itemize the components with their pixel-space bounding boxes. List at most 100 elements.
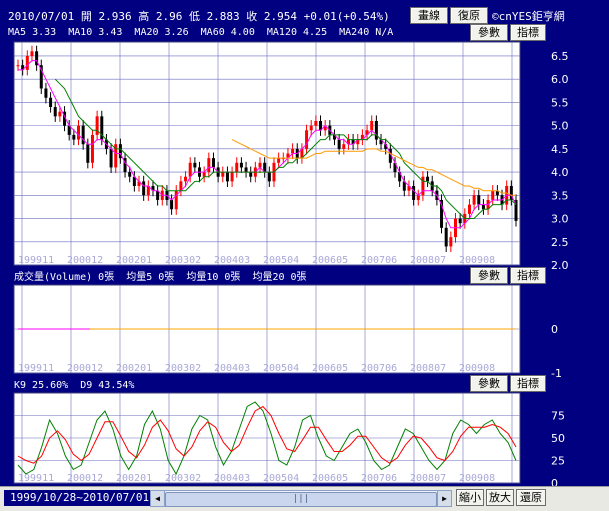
price-candle-body: [239, 162, 243, 168]
price-candle-body: [95, 116, 99, 135]
stock-chart-frame: 199911 200012 200201 200302 200403 200504 2006…: [0, 0, 609, 511]
panel-2-x-tick-label: 200908: [459, 473, 495, 484]
price-candle-body: [174, 190, 178, 210]
price-candle-body: [86, 144, 90, 163]
panel-1-x-tick-label: 200012: [67, 363, 103, 374]
horizontal-scrollbar[interactable]: ◀ ||| ▶: [150, 490, 452, 507]
price-candle-body: [202, 172, 206, 177]
draw-line-button[interactable]: 畫線: [410, 7, 448, 24]
panel-0-x-tick-label: 200807: [410, 255, 446, 266]
price-candle-body: [221, 172, 225, 177]
panel-1-x-tick-label: 199911: [18, 363, 54, 374]
price-candle-body: [188, 162, 192, 177]
price-candle-body: [412, 186, 416, 200]
status-bar: 1999/10/28~2010/07/01 ◀ ||| ▶ 縮小 放大 還原: [0, 486, 609, 511]
panel-0-x-tick-label: 200403: [214, 255, 250, 266]
panel-2-x-tick-label: 200403: [214, 473, 250, 484]
price-candle-body: [342, 144, 346, 149]
panel-2-x-tick-label: 200605: [312, 473, 348, 484]
price-candle-body: [426, 176, 430, 182]
scroll-right-arrow[interactable]: ▶: [437, 491, 451, 506]
panel-2-x-tick-label: 200706: [361, 473, 397, 484]
brand-text: ©cnYES鉅亨網: [492, 10, 565, 23]
panel-0-y-tick-label: 5.0: [551, 120, 569, 133]
volume-params-button[interactable]: 參數: [470, 267, 508, 284]
panel-0-y-tick-label: 6.5: [551, 50, 569, 63]
price-candle-body: [211, 158, 215, 168]
price-candle-body: [291, 148, 295, 154]
price-candle-body: [267, 172, 271, 182]
price-candle-body: [444, 227, 448, 247]
price-indicators-button[interactable]: 指標: [510, 24, 546, 41]
price-candle-body: [337, 139, 341, 149]
price-candle-body: [170, 199, 174, 210]
price-candle-body: [230, 172, 234, 182]
panel-0-x-tick-label: 200605: [312, 255, 348, 266]
price-candle-body: [184, 176, 188, 182]
scrollbar-thumb[interactable]: |||: [165, 492, 437, 507]
zoom-out-button[interactable]: 縮小: [456, 489, 484, 506]
panel-0-x-tick-label: 199911: [18, 255, 54, 266]
scroll-left-arrow[interactable]: ◀: [151, 491, 165, 506]
price-candle-body: [49, 97, 53, 108]
price-candle-body: [244, 167, 248, 173]
panel-0-y-tick-label: 2.5: [551, 236, 569, 249]
panel-1-y-tick-label: 0: [551, 323, 558, 336]
price-candle-body: [421, 176, 425, 196]
price-candle-body: [458, 218, 462, 224]
panel-1-y-tick-label: -1: [551, 367, 562, 380]
panel-1-x-tick-label: 200605: [312, 363, 348, 374]
panel-0-x-tick-label: 200504: [263, 255, 299, 266]
price-candle-body: [25, 55, 29, 70]
price-candle-body: [449, 237, 453, 247]
panel-0-y-tick-label: 3.0: [551, 213, 569, 226]
panel-1-x-tick-label: 200908: [459, 363, 495, 374]
price-candle-body: [305, 130, 309, 149]
panel-0-y-tick-label: 3.5: [551, 189, 569, 202]
price-candle-body: [142, 181, 146, 196]
price-candle-body: [44, 88, 48, 98]
panel-1-x-tick-label: 200201: [116, 363, 152, 374]
panel-0-x-tick-label: 200908: [459, 255, 495, 266]
kd-params-button[interactable]: 參數: [470, 375, 508, 392]
price-candle-body: [472, 195, 476, 205]
panel-1-x-tick-label: 200504: [263, 363, 299, 374]
volume-indicators-button[interactable]: 指標: [510, 267, 546, 284]
price-candle-body: [235, 162, 239, 173]
panel-0-y-tick-label: 2.0: [551, 259, 569, 272]
panel-0-y-tick-label: 5.5: [551, 96, 569, 109]
panel-2-y-tick-label: 50: [551, 432, 565, 445]
panel-2-x-tick-label: 200302: [165, 473, 201, 484]
price-candle-body: [109, 148, 113, 168]
kd-label: K9 25.60% D9 43.54%: [14, 380, 135, 391]
price-params-button[interactable]: 參數: [470, 24, 508, 41]
price-candle-body: [53, 107, 57, 117]
price-candle-body: [30, 51, 34, 56]
panel-2-x-tick-label: 200504: [263, 473, 299, 484]
price-candle-body: [481, 204, 485, 210]
price-candle-body: [81, 125, 85, 145]
price-candle-body: [77, 125, 81, 140]
panel-0-x-tick-label: 200201: [116, 255, 152, 266]
panel-0-y-tick-label: 4.5: [551, 143, 569, 156]
price-candle-body: [207, 158, 211, 173]
panel-0-y-tick-label: 4.0: [551, 166, 569, 179]
price-candle-body: [491, 190, 495, 200]
panel-0-x-tick-label: 200012: [67, 255, 103, 266]
restore-button[interactable]: 還原: [516, 489, 546, 506]
price-candle-body: [193, 162, 197, 168]
panel-1-x-tick-label: 200302: [165, 363, 201, 374]
panel-0-y-tick-label: 6.0: [551, 73, 569, 86]
price-candle-body: [225, 172, 229, 182]
price-candle-body: [416, 195, 420, 200]
date-range: 1999/10/28~2010/07/01: [4, 490, 156, 506]
price-candle-body: [58, 111, 62, 117]
reset-button[interactable]: 復原: [450, 7, 488, 24]
price-candle-body: [314, 120, 318, 126]
panel-2-x-tick-label: 199911: [18, 473, 54, 484]
volume-label: 成交量(Volume) 0張 均量5 0張 均量10 0張 均量20 0張: [14, 272, 307, 283]
zoom-in-button[interactable]: 放大: [486, 489, 514, 506]
kd-indicators-button[interactable]: 指標: [510, 375, 546, 392]
price-candle-body: [90, 134, 94, 163]
price-candle-body: [309, 125, 313, 131]
